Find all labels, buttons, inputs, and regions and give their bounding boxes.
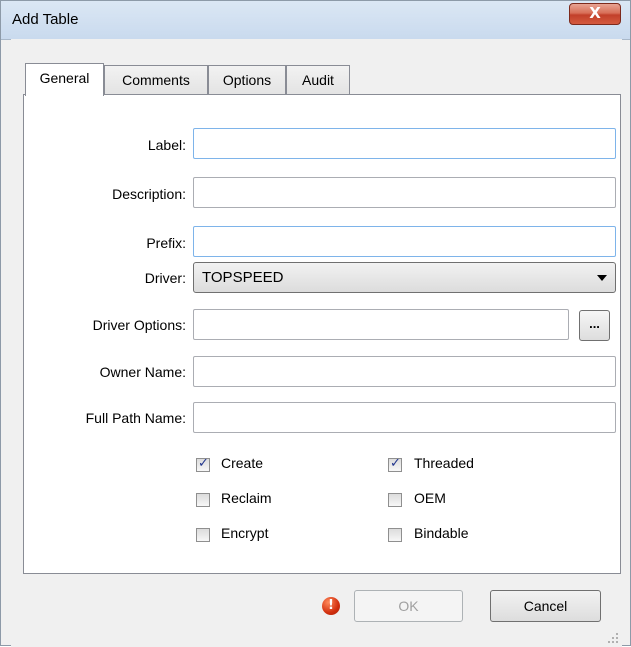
full-path-name-field-label: Full Path Name:	[85, 410, 186, 426]
checkmark-icon: ✓	[198, 456, 209, 471]
bindable-checkbox-label[interactable]: Bindable	[414, 525, 469, 541]
tab-audit[interactable]: Audit	[286, 65, 350, 95]
oem-checkbox[interactable]: ✓	[388, 493, 402, 507]
tab-general[interactable]: General	[25, 63, 104, 96]
description-input[interactable]	[193, 177, 616, 208]
close-button[interactable]: X	[569, 3, 621, 25]
checkmark-icon: ✓	[390, 456, 401, 471]
encrypt-checkbox-label[interactable]: Encrypt	[221, 525, 268, 541]
reclaim-checkbox-label[interactable]: Reclaim	[221, 490, 272, 506]
driver-options-browse-button[interactable]: ...	[579, 310, 610, 341]
cancel-button-label: Cancel	[523, 598, 568, 614]
tab-options[interactable]: Options	[208, 65, 286, 95]
reclaim-checkbox[interactable]: ✓	[196, 493, 210, 507]
driver-select[interactable]: TOPSPEED	[193, 262, 616, 293]
description-field-label: Description:	[112, 186, 186, 202]
owner-name-field-label: Owner Name:	[99, 364, 186, 380]
error-icon[interactable]: !	[322, 597, 340, 615]
driver-select-value: TOPSPEED	[202, 269, 284, 286]
title-bar[interactable]: Add Table X	[1, 1, 630, 40]
tab-options-label: Options	[222, 72, 272, 88]
driver-options-input[interactable]	[193, 309, 569, 340]
dialog-body: General Comments Options Audit Label: De…	[11, 39, 622, 647]
add-table-dialog: Add Table X General Comments Options Aud…	[0, 0, 631, 647]
full-path-name-input[interactable]	[193, 402, 616, 433]
tab-comments-label: Comments	[122, 72, 190, 88]
bindable-checkbox[interactable]: ✓	[388, 528, 402, 542]
ellipsis-icon: ...	[589, 316, 600, 331]
resize-grip-icon[interactable]	[608, 633, 618, 643]
tab-comments[interactable]: Comments	[104, 65, 208, 95]
prefix-input[interactable]	[193, 226, 616, 257]
oem-checkbox-label[interactable]: OEM	[414, 490, 446, 506]
ok-button[interactable]: OK	[354, 590, 463, 622]
threaded-checkbox-label[interactable]: Threaded	[414, 455, 474, 471]
create-checkbox[interactable]: ✓	[196, 456, 210, 472]
tab-audit-label: Audit	[302, 72, 334, 88]
cancel-button[interactable]: Cancel	[490, 590, 601, 622]
prefix-field-label: Prefix:	[146, 235, 186, 251]
label-field-label: Label:	[147, 137, 186, 153]
window-title: Add Table	[12, 11, 79, 28]
driver-field-label: Driver:	[144, 270, 186, 286]
label-input[interactable]	[193, 128, 616, 159]
chevron-down-icon	[597, 275, 607, 281]
create-checkbox-label[interactable]: Create	[221, 455, 263, 471]
general-tab-panel: Label: Description: Prefix: Driver: TOPS…	[23, 94, 621, 574]
close-icon: X	[589, 4, 601, 22]
owner-name-input[interactable]	[193, 356, 616, 387]
threaded-checkbox[interactable]: ✓	[388, 456, 402, 472]
ok-button-label: OK	[398, 598, 419, 614]
encrypt-checkbox[interactable]: ✓	[196, 528, 210, 542]
error-icon-glyph: !	[328, 598, 334, 613]
driver-options-field-label: Driver Options:	[92, 317, 186, 333]
tab-general-label: General	[39, 70, 90, 86]
